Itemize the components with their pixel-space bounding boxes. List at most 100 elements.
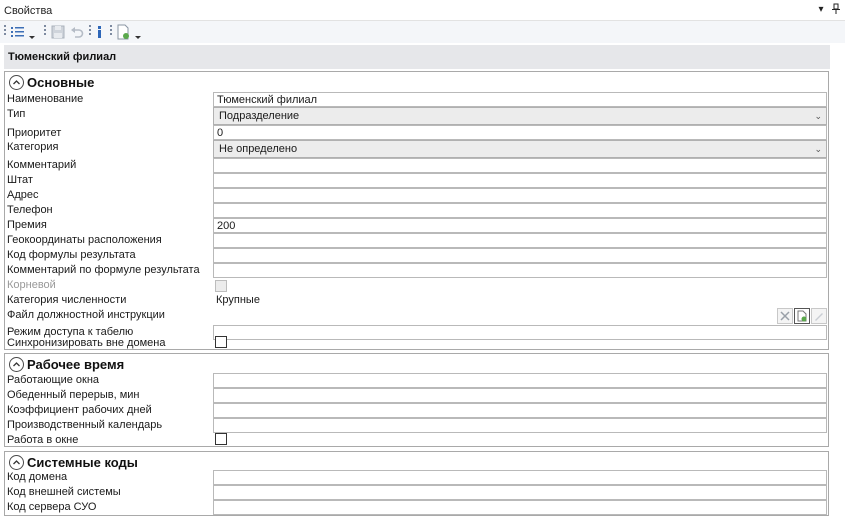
property-row: Код внешней системы (5, 485, 828, 500)
property-label: Категория численности (7, 294, 127, 306)
object-header: Тюменский филиал (4, 45, 830, 69)
root-checkbox (215, 280, 227, 292)
lunch-break-field[interactable] (213, 388, 827, 403)
group-worktime: Рабочее время Работающие окна Обеденный … (4, 353, 829, 447)
collapse-icon[interactable] (9, 357, 24, 372)
property-row: Производственный календарь (5, 418, 828, 433)
property-row: Комментарий по формуле результата (5, 263, 828, 278)
save-icon[interactable] (50, 24, 66, 40)
object-title: Тюменский филиал (8, 51, 117, 63)
comment-field[interactable] (213, 158, 827, 173)
collapse-icon[interactable] (9, 455, 24, 470)
property-label: Наименование (7, 93, 84, 105)
property-row: Категория Не определено ⌄ (5, 140, 828, 158)
edit-file-icon[interactable] (811, 308, 827, 324)
property-row: Код домена (5, 470, 828, 485)
property-label: Премия (7, 219, 47, 231)
group-title: Основные (27, 75, 95, 90)
suo-server-code-field[interactable] (213, 500, 827, 515)
domain-code-field[interactable] (213, 470, 827, 485)
group-worktime-header[interactable]: Рабочее время (5, 354, 828, 374)
pin-icon[interactable] (829, 3, 843, 17)
window-work-checkbox[interactable] (215, 433, 227, 445)
chevron-down-icon: ⌄ (814, 111, 822, 121)
panel-titlebar: Свойства ▾ (0, 0, 845, 21)
property-row: Обеденный перерыв, мин (5, 388, 828, 403)
property-label: Обеденный перерыв, мин (7, 389, 140, 401)
property-row: Наименование Тюменский филиал (5, 92, 828, 107)
property-row: Адрес (5, 188, 828, 203)
property-label: Штат (7, 174, 33, 186)
property-label: Приоритет (7, 127, 62, 139)
property-label: Код домена (7, 471, 68, 483)
property-label: Код внешней системы (7, 486, 121, 498)
property-label: Геокоординаты расположения (7, 234, 162, 246)
property-row: Геокоординаты расположения (5, 233, 828, 248)
sync-outside-domain-checkbox[interactable] (215, 336, 227, 348)
property-label: Корневой (7, 279, 56, 291)
property-row: Коэффициент рабочих дней (5, 403, 828, 418)
property-label: Файл должностной инструкции (7, 309, 165, 321)
property-label: Адрес (7, 189, 39, 201)
external-system-code-field[interactable] (213, 485, 827, 500)
toolbar-grip[interactable] (4, 25, 7, 39)
toolbar-grip[interactable] (89, 25, 92, 39)
info-icon[interactable] (95, 24, 105, 40)
property-row: Категория численности Крупные (5, 293, 828, 308)
working-windows-field[interactable] (213, 373, 827, 388)
group-basic-header[interactable]: Основные (5, 72, 828, 92)
clear-file-icon[interactable] (777, 308, 793, 324)
property-label: Комментарий (7, 159, 77, 171)
chevron-down-icon: ⌄ (814, 144, 822, 154)
property-row: Файл должностной инструкции (5, 308, 828, 325)
property-label: Код формулы результата (7, 249, 136, 261)
property-label: Синхронизировать вне домена (7, 337, 166, 349)
property-row: Синхронизировать вне домена (5, 336, 828, 351)
property-row: Штат (5, 173, 828, 188)
toolbar-grip[interactable] (44, 25, 47, 39)
dropdown-icon[interactable]: ▾ (814, 3, 828, 17)
panel-title: Свойства (4, 5, 53, 17)
group-title: Рабочее время (27, 357, 125, 372)
group-title: Системные коды (27, 455, 138, 470)
geo-coordinates-field[interactable] (213, 233, 827, 248)
property-label: Работа в окне (7, 434, 79, 446)
address-field[interactable] (213, 188, 827, 203)
collapse-icon[interactable] (9, 75, 24, 90)
type-select[interactable]: Подразделение ⌄ (213, 107, 827, 125)
property-row: Работающие окна (5, 373, 828, 388)
group-syscodes: Системные коды Код домена Код внешней си… (4, 451, 829, 516)
workday-coefficient-field[interactable] (213, 403, 827, 418)
group-basic: Основные Наименование Тюменский филиал Т… (4, 71, 829, 350)
type-select-value: Подразделение (219, 110, 300, 122)
property-label: Производственный календарь (7, 419, 163, 431)
staff-field[interactable] (213, 173, 827, 188)
property-label: Тип (7, 108, 26, 120)
undo-icon[interactable] (69, 24, 85, 40)
production-calendar-field[interactable] (213, 418, 827, 433)
toolbar-grip[interactable] (110, 25, 113, 39)
property-row: Телефон (5, 203, 828, 218)
list-icon[interactable] (10, 24, 36, 40)
bonus-field[interactable]: 200 (213, 218, 827, 233)
result-formula-comment-field[interactable] (213, 263, 827, 278)
property-label: Работающие окна (7, 374, 100, 386)
property-label: Категория (7, 141, 59, 153)
category-select[interactable]: Не определено ⌄ (213, 140, 827, 158)
toolbar (0, 21, 845, 43)
property-row: Корневой (5, 278, 828, 293)
property-row: Премия 200 (5, 218, 828, 233)
priority-field[interactable]: 0 (213, 125, 827, 140)
property-row: Тип Подразделение ⌄ (5, 107, 828, 125)
name-field[interactable]: Тюменский филиал (213, 92, 827, 107)
group-syscodes-header[interactable]: Системные коды (5, 452, 828, 472)
attach-file-icon[interactable] (794, 308, 810, 324)
result-formula-code-field[interactable] (213, 248, 827, 263)
property-row: Приоритет 0 (5, 125, 828, 140)
phone-field[interactable] (213, 203, 827, 218)
category-select-value: Не определено (219, 143, 298, 155)
new-document-icon[interactable] (116, 24, 142, 40)
property-row: Код сервера СУО (5, 500, 828, 515)
property-row: Код формулы результата (5, 248, 828, 263)
headcount-category-field[interactable]: Крупные (213, 293, 827, 308)
